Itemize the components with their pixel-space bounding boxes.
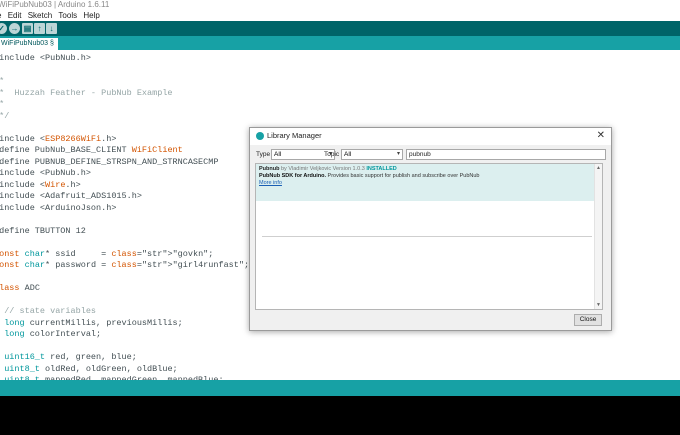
new-button[interactable]: ▤ xyxy=(22,23,33,34)
console-panel xyxy=(0,396,680,435)
arrow-up-icon: ↑ xyxy=(37,24,42,33)
code-line: */ xyxy=(0,110,10,121)
library-header: Pubnub by Vladimir Veljkovic Version 1.0… xyxy=(259,166,397,172)
type-value: All xyxy=(274,151,282,158)
save-button[interactable]: ↓ xyxy=(46,23,57,34)
code-line: long currentMillis, previousMillis; xyxy=(4,317,183,328)
close-icon[interactable]: ✕ xyxy=(597,129,605,143)
window-title-bar: WiFiPubNub03 | Arduino 1.6.11 xyxy=(0,0,680,10)
library-author: by Vladimir Veljkovic xyxy=(281,166,332,172)
code-line: #include <PubNub.h> xyxy=(0,53,91,63)
library-list: Pubnub by Vladimir Veljkovic Version 1.0… xyxy=(255,163,603,310)
topic-value: All xyxy=(344,151,352,158)
code-line: const char* password = class="str">"girl… xyxy=(0,260,250,270)
scroll-down-icon[interactable]: ▼ xyxy=(596,302,601,308)
menu-help[interactable]: Help xyxy=(83,10,99,21)
tab-strip: WiFiPubNub03 § xyxy=(0,36,680,50)
menu-file[interactable]: e xyxy=(0,10,1,21)
library-title: PubNub SDK for Arduino. xyxy=(259,173,327,179)
search-input[interactable]: pubnub xyxy=(406,149,606,160)
code-line: * xyxy=(0,99,4,110)
type-label: Type xyxy=(256,151,271,158)
upload-button[interactable]: → xyxy=(9,23,20,34)
close-button[interactable]: Close xyxy=(574,314,602,326)
code-line: const char* ssid = class="str">"govkn"; xyxy=(0,248,214,259)
code-line: class ADC xyxy=(0,283,40,293)
toolbar: ✓ → ▤ ↑ ↓ xyxy=(0,21,680,36)
code-line: long colorInterval; xyxy=(4,329,102,339)
code-line: #define TBUTTON 12 xyxy=(0,225,86,236)
code-line: uint16_t red, green, blue; xyxy=(4,352,137,362)
scrollbar[interactable]: ▲ ▼ xyxy=(594,164,602,309)
library-version: Version 1.0.3 xyxy=(332,166,365,172)
list-item[interactable]: Pubnub by Vladimir Veljkovic Version 1.0… xyxy=(256,164,594,201)
code-line: #include <ArduinoJson.h> xyxy=(0,202,117,213)
menu-edit[interactable]: Edit xyxy=(8,10,22,21)
menu-tools[interactable]: Tools xyxy=(58,10,77,21)
arrow-down-icon: ↓ xyxy=(49,24,54,33)
divider xyxy=(262,236,592,237)
chevron-down-icon: ▾ xyxy=(396,151,400,157)
dialog-title-bar: Library Manager ✕ xyxy=(250,128,611,145)
more-info-link[interactable]: More info xyxy=(259,180,282,186)
library-name: Pubnub xyxy=(259,166,280,172)
scroll-up-icon[interactable]: ▲ xyxy=(596,165,601,171)
menu-sketch[interactable]: Sketch xyxy=(28,10,52,21)
code-line: #include <PubNub.h> xyxy=(0,168,91,178)
code-line: #define PUBNUB_DEFINE_STRSPN_AND_STRNCAS… xyxy=(0,156,219,167)
topic-select[interactable]: All ▾ xyxy=(341,149,403,160)
library-manager-dialog: Library Manager ✕ Type All ▾ Topic All ▾… xyxy=(249,127,612,331)
code-line: uint8_t oldRed, oldGreen, oldBlue; xyxy=(4,363,178,374)
menu-bar: e Edit Sketch Tools Help xyxy=(0,10,680,21)
code-line: * Huzzah Feather - PubNub Example xyxy=(0,87,173,98)
installed-badge: INSTALLED xyxy=(366,166,397,172)
new-file-icon: ▤ xyxy=(23,24,32,33)
code-line: // state variables xyxy=(0,306,97,316)
code-line: #include <ESP8266WiFi.h> xyxy=(0,133,117,144)
arrow-right-icon: → xyxy=(10,24,19,33)
dialog-title: Library Manager xyxy=(267,131,322,140)
code-line: /* xyxy=(0,76,4,87)
window-title: WiFiPubNub03 | Arduino 1.6.11 xyxy=(0,0,110,9)
open-button[interactable]: ↑ xyxy=(34,23,45,34)
code-line: #include <Adafruit_ADS1015.h> xyxy=(0,191,142,201)
tab-sketch[interactable]: WiFiPubNub03 § xyxy=(0,38,58,50)
topic-label: Topic xyxy=(324,151,340,158)
arduino-icon xyxy=(256,132,264,140)
library-desc-text: Provides basic support for publish and s… xyxy=(327,173,480,179)
verify-button[interactable]: ✓ xyxy=(0,23,7,34)
code-line: #include <Wire.h> xyxy=(0,179,81,190)
library-description: PubNub SDK for Arduino. Provides basic s… xyxy=(259,173,480,179)
code-line: #define PubNub_BASE_CLIENT WiFiClient xyxy=(0,145,183,155)
check-icon: ✓ xyxy=(0,24,5,33)
status-bar xyxy=(0,380,680,396)
